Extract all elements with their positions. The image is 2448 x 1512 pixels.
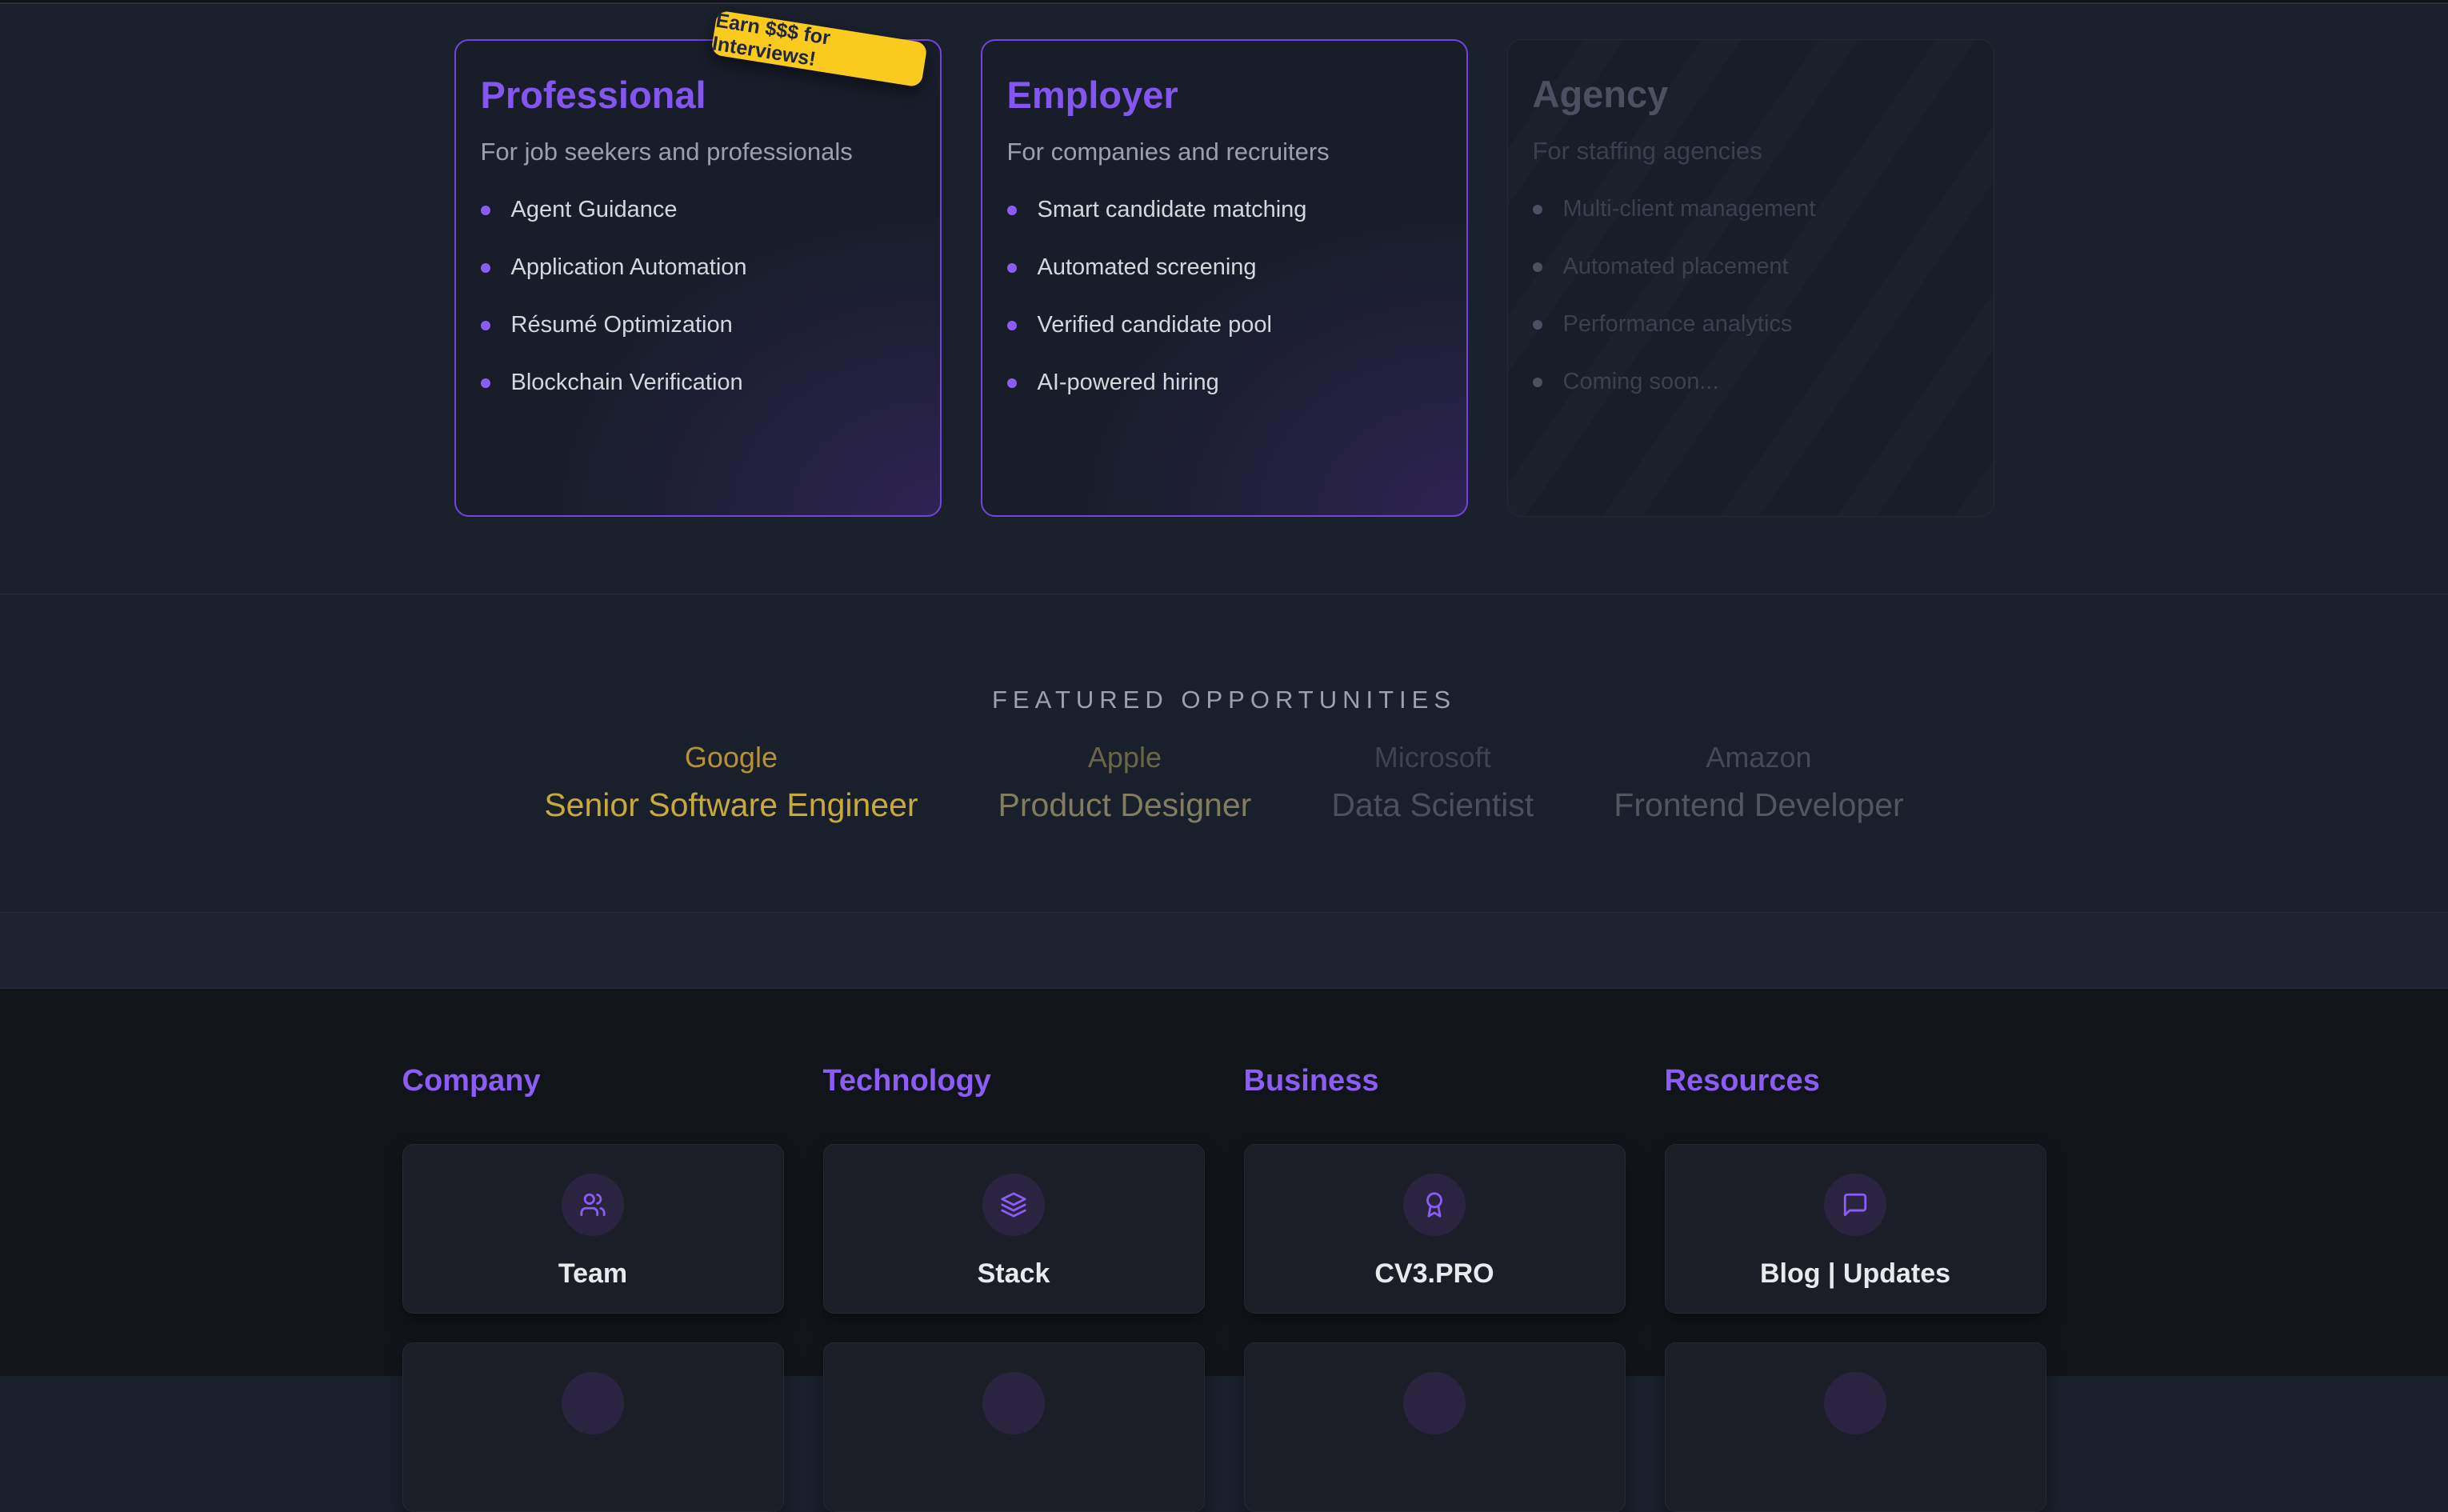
footer-heading-resources: Resources (1665, 1062, 2046, 1101)
plan-title: Employer (1007, 73, 1442, 118)
layers-icon (982, 1174, 1045, 1236)
featured-company: Google (544, 740, 918, 774)
featured-company: Amazon (1614, 740, 1903, 774)
footer-headings-row: Company Technology Business Resources (402, 1062, 2046, 1144)
bullet-dot-icon (1007, 263, 1017, 273)
footer-link-partial[interactable] (823, 1342, 1205, 1512)
plan-feature-label: Smart candidate matching (1038, 197, 1307, 223)
footer-link-partial[interactable] (1244, 1342, 1626, 1512)
featured-item-google[interactable]: Google Senior Software Engineer (544, 740, 918, 825)
plan-feature: Résumé Optimization (481, 311, 915, 340)
circle-icon (562, 1372, 624, 1434)
plan-feature-label: Résumé Optimization (511, 312, 733, 338)
bullet-dot-icon (1533, 262, 1542, 272)
circle-icon (1824, 1372, 1886, 1434)
plan-card-agency: Agency For staffing agencies Multi-clien… (1507, 39, 1994, 517)
footer-links-row: Team Stack CV3.PRO (402, 1144, 2046, 1314)
featured-role: Senior Software Engineer (544, 786, 918, 825)
footer-content: Company Technology Business Resources Te… (402, 989, 2046, 1512)
footer-heading-technology: Technology (823, 1062, 1205, 1101)
footer-links-row-2 (402, 1342, 2046, 1512)
plan-cards-row: Professional For job seekers and profess… (0, 4, 2448, 517)
spacer-band (0, 913, 2448, 989)
bullet-dot-icon (1533, 320, 1542, 330)
footer-link-partial[interactable] (402, 1342, 784, 1512)
message-icon (1824, 1174, 1886, 1236)
bullet-dot-icon (1533, 205, 1542, 214)
featured-item-microsoft[interactable]: Microsoft Data Scientist (1331, 740, 1534, 825)
footer-link-label: Stack (978, 1258, 1050, 1290)
plan-title: Professional (481, 73, 915, 118)
featured-company: Apple (998, 740, 1252, 774)
plan-feature: AI-powered hiring (1007, 369, 1442, 398)
plan-feature: Blockchain Verification (481, 369, 915, 398)
bullet-dot-icon (481, 321, 490, 330)
plan-feature: Application Automation (481, 254, 915, 282)
circle-icon (982, 1372, 1045, 1434)
plan-feature: Automated screening (1007, 254, 1442, 282)
plan-feature: Automated placement (1533, 253, 1969, 282)
footer-link-partial[interactable] (1665, 1342, 2046, 1512)
bullet-dot-icon (1007, 206, 1017, 215)
footer-heading-business: Business (1244, 1062, 1626, 1101)
plan-feature-label: Coming soon... (1563, 369, 1719, 395)
plan-feature-label: Automated placement (1563, 254, 1789, 280)
plan-feature-label: Performance analytics (1563, 311, 1793, 338)
featured-item-amazon[interactable]: Amazon Frontend Developer (1614, 740, 1903, 825)
plan-feature-list: Agent Guidance Application Automation Ré… (481, 196, 915, 398)
plan-feature-label: Multi-client management (1563, 196, 1816, 222)
plan-subtitle: For job seekers and professionals (481, 137, 915, 166)
footer-link-stack[interactable]: Stack (823, 1144, 1205, 1314)
plan-subtitle: For companies and recruiters (1007, 137, 1442, 166)
footer-link-label: Blog | Updates (1760, 1258, 1950, 1290)
bullet-dot-icon (1533, 378, 1542, 387)
plan-subtitle: For staffing agencies (1533, 136, 1969, 166)
site-footer: Company Technology Business Resources Te… (0, 989, 2448, 1376)
plan-feature-label: AI-powered hiring (1038, 370, 1219, 396)
plan-feature: Verified candidate pool (1007, 311, 1442, 340)
featured-carousel: Google Senior Software Engineer Apple Pr… (0, 740, 2448, 825)
featured-item-apple[interactable]: Apple Product Designer (998, 740, 1252, 825)
featured-role: Product Designer (998, 786, 1252, 825)
featured-opportunities-section: FEATURED OPPORTUNITIES Google Senior Sof… (0, 594, 2448, 913)
featured-company: Microsoft (1331, 740, 1534, 774)
plan-feature-label: Verified candidate pool (1038, 312, 1272, 338)
plan-card-professional[interactable]: Professional For job seekers and profess… (454, 39, 942, 517)
plan-feature-label: Application Automation (511, 254, 747, 281)
plan-feature: Agent Guidance (481, 196, 915, 225)
users-icon (562, 1174, 624, 1236)
bullet-dot-icon (1007, 321, 1017, 330)
plan-title: Agency (1533, 72, 1969, 117)
featured-role: Frontend Developer (1614, 786, 1903, 825)
bullet-dot-icon (481, 378, 490, 388)
bullet-dot-icon (481, 263, 490, 273)
plan-feature: Performance analytics (1533, 310, 1969, 339)
footer-link-blog[interactable]: Blog | Updates (1665, 1144, 2046, 1314)
footer-link-label: CV3.PRO (1374, 1258, 1494, 1290)
circle-icon (1403, 1372, 1466, 1434)
footer-link-label: Team (558, 1258, 627, 1290)
featured-heading: FEATURED OPPORTUNITIES (0, 594, 2448, 714)
plan-feature: Coming soon... (1533, 368, 1969, 397)
bullet-dot-icon (481, 206, 490, 215)
plan-feature-list: Multi-client management Automated placem… (1533, 195, 1969, 397)
plan-feature-label: Agent Guidance (511, 197, 678, 223)
plan-feature-label: Blockchain Verification (511, 370, 743, 396)
plan-feature: Multi-client management (1533, 195, 1969, 224)
plan-feature-list: Smart candidate matching Automated scree… (1007, 196, 1442, 398)
plan-feature: Smart candidate matching (1007, 196, 1442, 225)
footer-link-cv3pro[interactable]: CV3.PRO (1244, 1144, 1626, 1314)
award-icon (1403, 1174, 1466, 1236)
footer-link-team[interactable]: Team (402, 1144, 784, 1314)
plans-section: Earn $$$ for Interviews! Professional Fo… (0, 4, 2448, 594)
plan-feature-label: Automated screening (1038, 254, 1257, 281)
plan-card-employer[interactable]: Employer For companies and recruiters Sm… (981, 39, 1468, 517)
footer-heading-company: Company (402, 1062, 784, 1101)
bullet-dot-icon (1007, 378, 1017, 388)
featured-role: Data Scientist (1331, 786, 1534, 825)
